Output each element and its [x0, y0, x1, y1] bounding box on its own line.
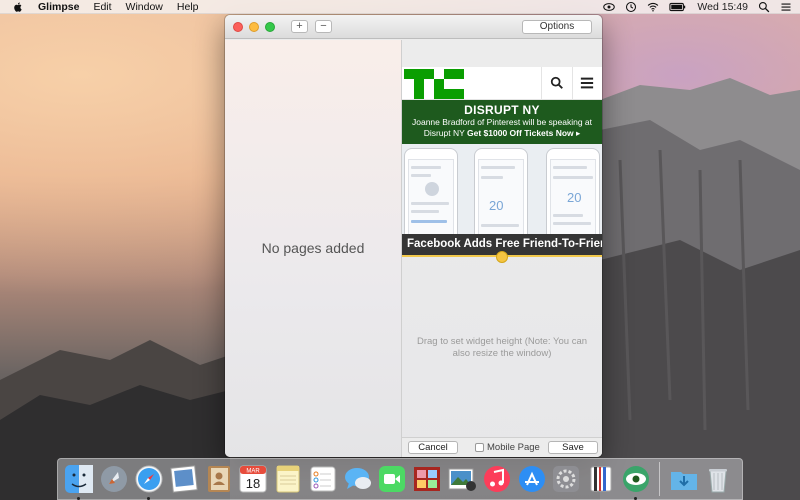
header-divider	[541, 67, 542, 100]
add-page-button[interactable]: +	[291, 20, 308, 33]
glimpse-eye-icon[interactable]	[603, 1, 616, 13]
banner-title: DISRUPT NY	[464, 103, 540, 117]
widget-preview-pane: DISRUPT NY Joanne Bradford of Pinterest …	[402, 40, 602, 457]
battery-icon[interactable]	[669, 1, 687, 13]
dock-downloads[interactable]	[668, 463, 700, 495]
menu-clock[interactable]: Wed 15:49	[697, 1, 748, 13]
pages-list[interactable]: No pages added	[225, 40, 402, 457]
notification-center-icon[interactable]	[780, 1, 792, 13]
time-machine-icon[interactable]	[625, 1, 637, 13]
menu-bar: Glimpse Edit Window Help Wed 15:49	[0, 0, 800, 14]
contacts-icon	[207, 466, 230, 492]
mobile-page-label[interactable]: Mobile Page	[487, 442, 540, 453]
messages-icon	[344, 468, 371, 489]
dock-trash[interactable]	[702, 463, 734, 495]
dock-iphoto[interactable]	[446, 463, 478, 495]
trash-icon	[709, 469, 728, 493]
calendar-month: MAR	[247, 469, 261, 475]
menu-help[interactable]: Help	[177, 1, 199, 13]
save-button[interactable]: Save	[548, 441, 598, 454]
payment-amount: 20	[489, 198, 504, 213]
window-controls	[233, 21, 275, 32]
dock-contacts[interactable]	[203, 463, 235, 495]
safari-icon	[135, 465, 163, 493]
calendar-day: 18	[246, 476, 260, 491]
itunes-icon	[483, 466, 510, 492]
ibooks-icon	[590, 466, 612, 492]
glimpse-eye-icon	[622, 466, 649, 492]
menu-app-name[interactable]: Glimpse	[38, 1, 79, 13]
zoom-window-button[interactable]	[265, 21, 275, 32]
remove-page-button[interactable]: −	[315, 20, 332, 33]
dock-finder[interactable]	[63, 463, 95, 500]
techcrunch-logo	[404, 69, 464, 99]
phone-mockup: 20	[546, 148, 600, 234]
dock-facetime[interactable]	[376, 463, 408, 495]
widget-preview[interactable]: DISRUPT NY Joanne Bradford of Pinterest …	[402, 67, 602, 257]
phone-mockup: 20	[474, 148, 528, 234]
banner-text: Joanne Bradford of Pinterest will be spe…	[402, 117, 602, 139]
dock-notes[interactable]	[272, 463, 304, 495]
facetime-icon	[379, 466, 406, 492]
dock-calendar[interactable]: MAR 18	[237, 463, 269, 495]
dock-launchpad[interactable]	[98, 463, 130, 495]
apple-menu-icon[interactable]	[12, 1, 24, 13]
reminders-icon	[310, 466, 336, 492]
dock-photo-booth[interactable]	[411, 463, 443, 495]
dock-divider	[659, 462, 661, 496]
banner-cta[interactable]: Get $1000 Off Tickets Now ▸	[467, 128, 580, 138]
drag-hint-text: Drag to set widget height (Note: You can…	[416, 336, 588, 359]
widget-action-bar: Cancel Mobile Page Save	[402, 437, 602, 457]
dock-system-preferences[interactable]	[550, 463, 582, 495]
dock-app-store[interactable]	[516, 463, 548, 495]
calendar-icon: MAR 18	[239, 465, 267, 493]
options-button[interactable]: Options	[522, 20, 592, 34]
dock-glimpse[interactable]	[620, 463, 652, 500]
dock-preview[interactable]	[168, 463, 200, 495]
finder-icon	[65, 465, 94, 493]
header-divider	[572, 67, 573, 100]
disrupt-banner[interactable]: DISRUPT NY Joanne Bradford of Pinterest …	[402, 100, 602, 144]
widget-height-drag-handle[interactable]	[496, 251, 508, 263]
site-search-icon[interactable]	[550, 76, 564, 90]
wifi-icon[interactable]	[647, 1, 659, 13]
article-image: 20 20	[402, 144, 602, 234]
cancel-button[interactable]: Cancel	[408, 441, 458, 454]
notes-icon	[276, 465, 300, 493]
dock-reminders[interactable]	[307, 463, 339, 495]
site-menu-icon[interactable]	[580, 76, 594, 90]
minimize-window-button[interactable]	[249, 21, 259, 32]
empty-pages-message: No pages added	[261, 240, 365, 256]
phone-mockup	[404, 148, 458, 234]
site-header	[402, 67, 602, 100]
photo-booth-icon	[414, 467, 441, 491]
dock-ibooks[interactable]	[585, 463, 617, 495]
launchpad-icon	[101, 466, 128, 492]
system-preferences-icon	[553, 466, 580, 492]
dock-safari[interactable]	[133, 463, 165, 500]
payment-amount: 20	[567, 190, 582, 205]
window-titlebar[interactable]: + − Options	[225, 15, 602, 39]
dock-messages[interactable]	[342, 463, 374, 495]
glimpse-window: + − Options No pages added DISRUPT NY Jo…	[225, 15, 602, 457]
preview-icon	[169, 465, 198, 493]
dock: MAR 18	[57, 458, 743, 500]
dock-itunes[interactable]	[481, 463, 513, 495]
menu-window[interactable]: Window	[126, 1, 163, 13]
downloads-folder-icon	[670, 472, 697, 490]
menu-edit[interactable]: Edit	[93, 1, 111, 13]
app-store-icon	[518, 466, 545, 492]
mobile-page-checkbox[interactable]	[475, 443, 484, 452]
spotlight-search-icon[interactable]	[758, 1, 770, 13]
close-window-button[interactable]	[233, 21, 243, 32]
iphoto-icon	[448, 468, 476, 491]
